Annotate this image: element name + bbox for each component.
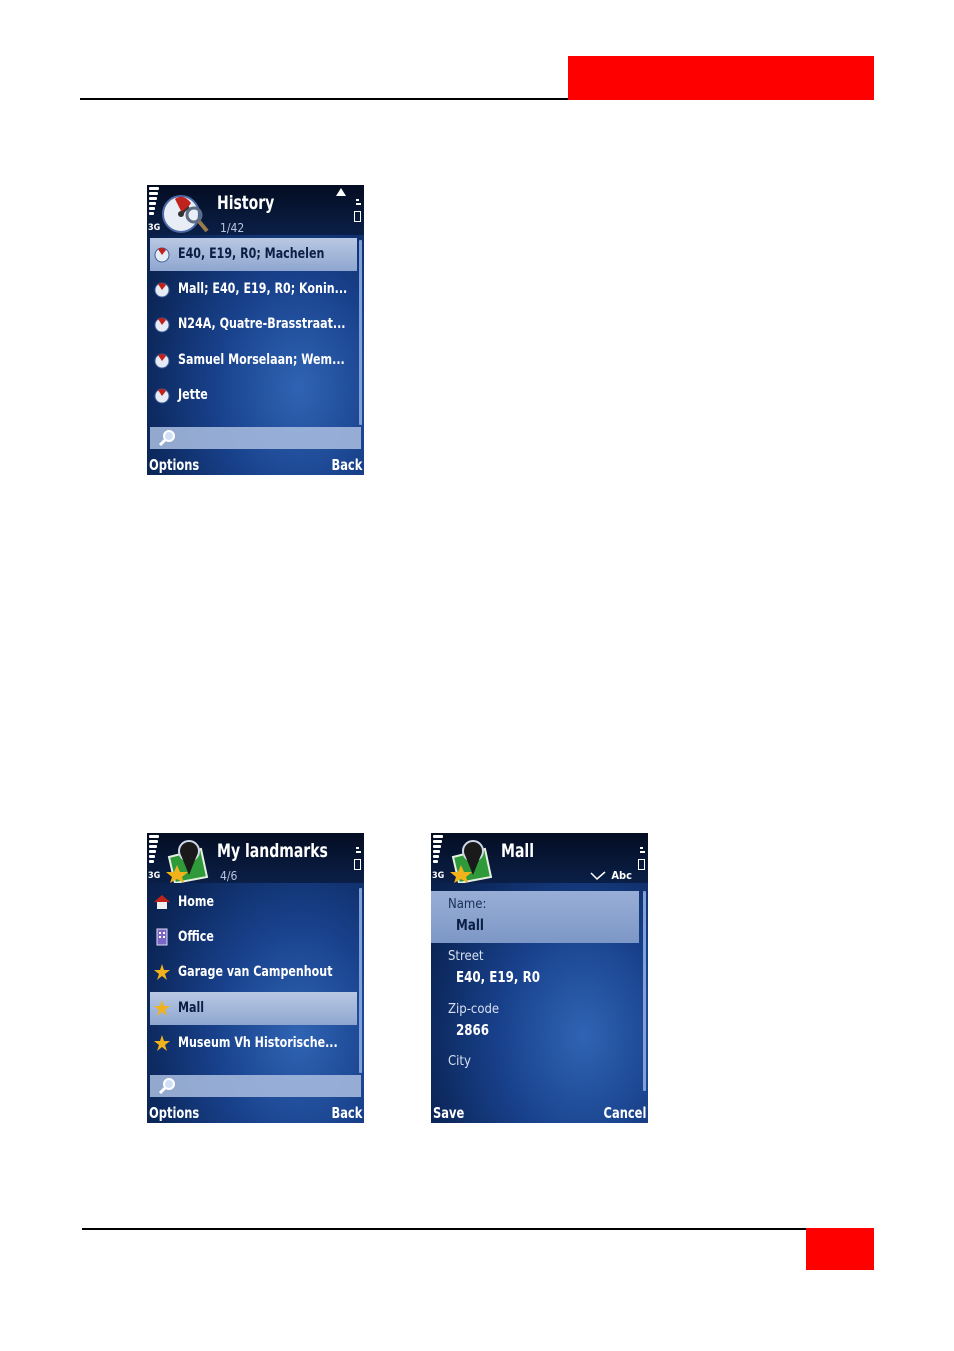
field-label: Zip-code — [448, 1002, 500, 1017]
network-indicator: 3G — [148, 223, 161, 233]
pen-icon — [590, 871, 606, 881]
history-item-label: Jette — [178, 387, 208, 403]
house-icon — [154, 895, 170, 909]
landmarks-icon — [166, 840, 209, 883]
search-field[interactable] — [150, 427, 361, 449]
city-field[interactable]: City — [431, 1048, 639, 1100]
name-field[interactable]: Name: Mall — [431, 891, 639, 943]
mall-edit-screen: 3G Mall Abc Name: Mall Street E40, E19, … — [431, 833, 648, 1123]
field-label: Street — [448, 949, 484, 964]
item-counter: 4/6 — [220, 869, 238, 883]
scrollbar[interactable] — [643, 891, 646, 1091]
save-softkey[interactable]: Save — [433, 1104, 464, 1122]
star-icon — [154, 964, 170, 980]
history-entry-icon — [154, 282, 170, 298]
item-counter: 1/42 — [220, 221, 245, 235]
search-field[interactable] — [150, 1075, 361, 1097]
star-icon — [154, 1000, 170, 1016]
field-label: Name: — [448, 897, 487, 912]
landmark-item-label: Museum Vh Historische... — [178, 1035, 338, 1051]
history-item[interactable]: Samuel Morselaan; Wem... — [150, 344, 357, 377]
screen-title: History — [217, 192, 275, 214]
signal-strength-icon — [149, 835, 159, 869]
history-item[interactable]: N24A, Quatre-Brasstraat... — [150, 308, 357, 341]
history-item-label: N24A, Quatre-Brasstraat... — [178, 316, 346, 332]
office-building-icon — [156, 928, 168, 946]
network-indicator: 3G — [432, 871, 445, 881]
history-entry-icon — [154, 317, 170, 333]
battery-level-icon — [356, 199, 362, 207]
history-item[interactable]: E40, E19, R0; Machelen — [150, 238, 357, 271]
star-icon — [154, 1035, 170, 1051]
footer-rule — [82, 1228, 874, 1230]
footer-red-box — [806, 1228, 874, 1270]
history-item-label: E40, E19, R0; Machelen — [178, 246, 325, 262]
street-field[interactable]: Street E40, E19, R0 — [431, 943, 639, 995]
landmark-item-mall[interactable]: Mall — [150, 992, 357, 1025]
battery-icon — [638, 859, 645, 870]
landmark-item-museum[interactable]: Museum Vh Historische... — [150, 1027, 357, 1060]
back-softkey[interactable]: Back — [331, 1104, 362, 1122]
landmarks-screen: 3G My landmarks 4/6 Home Office Garage v… — [147, 833, 364, 1123]
history-screen: 3G History 1/42 E40, E19, R0; Machelen M… — [147, 185, 364, 475]
battery-icon — [354, 211, 361, 222]
scrollbar[interactable] — [359, 240, 362, 425]
screen-title: My landmarks — [217, 840, 328, 862]
options-softkey[interactable]: Options — [149, 1104, 199, 1122]
history-item[interactable]: Mall; E40, E19, R0; Konin... — [150, 273, 357, 306]
battery-icon — [354, 859, 361, 870]
history-entry-icon — [154, 247, 170, 263]
landmark-item-label: Garage van Campenhout — [178, 964, 333, 980]
options-softkey[interactable]: Options — [149, 456, 199, 474]
history-entry-icon — [154, 388, 170, 404]
history-clock-icon — [162, 195, 209, 233]
cancel-softkey[interactable]: Cancel — [603, 1104, 646, 1122]
network-indicator: 3G — [148, 871, 161, 881]
history-item-label: Samuel Morselaan; Wem... — [178, 352, 345, 368]
landmark-item-garage[interactable]: Garage van Campenhout — [150, 956, 357, 989]
landmark-item-label: Mall — [178, 1000, 205, 1016]
landmark-item-label: Office — [178, 929, 214, 945]
field-value: Mall — [456, 916, 484, 934]
landmark-item-label: Home — [178, 894, 214, 910]
landmark-item-office[interactable]: Office — [150, 921, 357, 954]
signal-strength-icon — [433, 835, 443, 869]
landmarks-icon — [450, 840, 493, 883]
signal-strength-icon — [149, 187, 159, 221]
history-entry-icon — [154, 353, 170, 369]
back-softkey[interactable]: Back — [331, 456, 362, 474]
landmark-item-home[interactable]: Home — [150, 886, 357, 919]
history-item-label: Mall; E40, E19, R0; Konin... — [178, 281, 348, 297]
zip-code-field[interactable]: Zip-code 2866 — [431, 996, 639, 1048]
input-mode-indicator: Abc — [611, 869, 632, 882]
scrollbar[interactable] — [359, 888, 362, 1073]
field-value: 2866 — [456, 1021, 490, 1039]
screen-title: Mall — [501, 840, 535, 862]
header-red-bar — [568, 56, 874, 100]
gps-icon — [336, 188, 346, 196]
field-value: E40, E19, R0 — [456, 968, 540, 986]
history-item[interactable]: Jette — [150, 379, 357, 412]
battery-level-icon — [356, 847, 362, 855]
battery-level-icon — [640, 847, 646, 855]
search-icon — [158, 430, 175, 447]
search-icon — [158, 1078, 175, 1095]
field-label: City — [448, 1054, 471, 1069]
